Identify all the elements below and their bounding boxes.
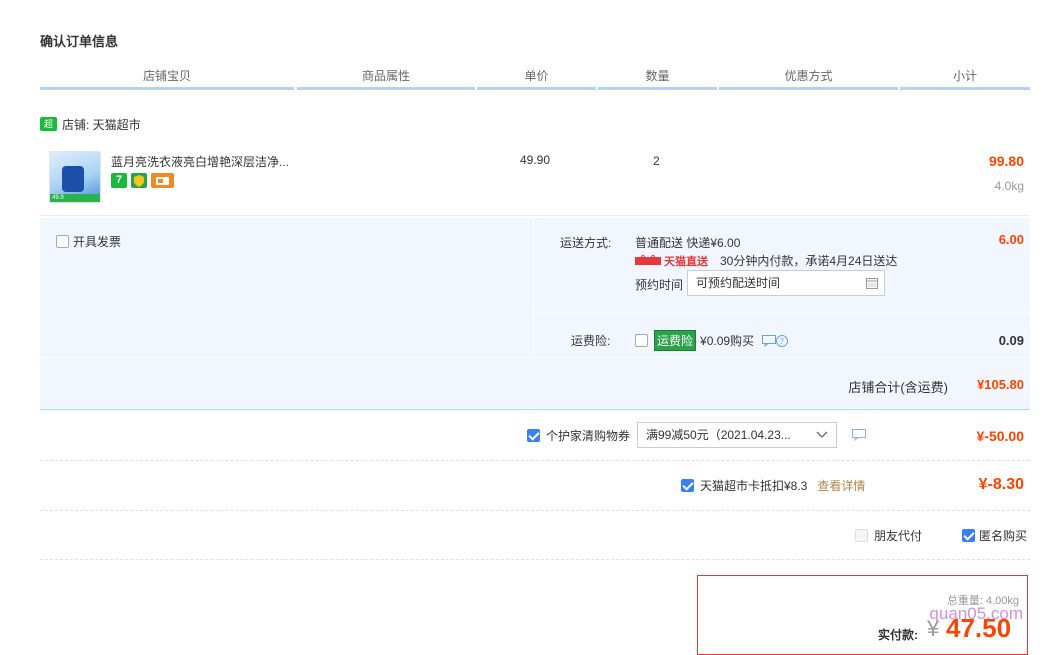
anonymous-option: 匿名购买	[962, 527, 1027, 544]
detergent-bottle-icon	[62, 166, 84, 192]
order-item-row: 49.9 蓝月亮洗衣液亮白增艳深层洁净... 7 49.90 2 99.80 4…	[40, 143, 1030, 216]
anonymous-label: 匿名购买	[979, 529, 1028, 543]
shield-icon[interactable]	[131, 173, 147, 188]
friend-pay-checkbox[interactable]	[855, 529, 868, 542]
seven-day-return-icon[interactable]: 7	[111, 173, 127, 188]
shop-order-panel: 开具发票 运送方式: 普通配送 快递¥6.00 天猫直送 30分钟内付款，承诺4…	[40, 218, 1030, 410]
card-discount-value: ¥-8.30	[978, 476, 1024, 493]
delivery-promise: 天猫直送 30分钟内付款，承诺4月24日送达	[635, 252, 897, 269]
tmall-supermarket-logo-icon: 超市	[40, 117, 57, 143]
currency-symbol: ¥	[927, 616, 940, 641]
column-header-subtotal: 小计	[900, 66, 1030, 90]
schedule-label: 预约时间	[635, 278, 684, 292]
page-title: 确认订单信息	[40, 34, 119, 49]
column-header-quantity: 数量	[598, 66, 717, 90]
help-icon[interactable]: ?	[776, 334, 789, 347]
unit-price: 49.90	[520, 153, 551, 167]
product-thumbnail[interactable]: 49.9	[49, 151, 101, 203]
coupon-checkbox[interactable]	[527, 429, 540, 442]
pay-amount: 47.50	[946, 613, 1012, 643]
friend-pay-label: 朋友代付	[874, 529, 923, 543]
invoice-checkbox[interactable]	[56, 235, 69, 248]
shipping-label: 运送方式:	[560, 236, 612, 250]
shop-name[interactable]: 店铺: 天猫超市	[62, 116, 141, 133]
supermarket-card-label: 天猫超市卡抵扣¥8.3	[700, 479, 808, 493]
schedule-time-input[interactable]: 可预约配送时间	[687, 270, 885, 296]
payment-summary-box: 总重量: 4.00kg quan05.com 实付款: ¥ 47.50	[697, 575, 1028, 655]
insurance-checkbox[interactable]	[635, 334, 648, 347]
chevron-down-icon	[816, 431, 828, 438]
insurance-tag: 运费险	[654, 330, 697, 351]
invoice-label: 开具发票	[73, 235, 122, 249]
insurance-label: 运费险:	[571, 334, 611, 348]
tmall-cat-icon	[635, 254, 661, 265]
shop-total-value: ¥105.80	[977, 377, 1024, 392]
table-header: 店铺宝贝 商品属性 单价 数量 优惠方式 小计	[40, 66, 1030, 90]
coupon-label: 个护家清购物券	[546, 429, 631, 443]
supermarket-card-option: 天猫超市卡抵扣¥8.3 查看详情	[681, 477, 865, 494]
product-name-link[interactable]: 蓝月亮洗衣液亮白增艳深层洁净...	[111, 153, 311, 170]
item-subtotal: 99.80	[988, 153, 1024, 169]
coupon-discount-value: ¥-50.00	[976, 428, 1024, 444]
comment-icon[interactable]	[762, 334, 777, 347]
insurance-fee: 0.09	[998, 333, 1024, 348]
svg-text:?: ?	[780, 337, 784, 346]
shop-total-label: 店铺合计(含运费)	[848, 380, 948, 395]
anonymous-checkbox[interactable]	[962, 529, 975, 542]
insurance-option: 运费险 ¥0.09购买 ?	[635, 330, 789, 351]
coupon-comment-icon[interactable]	[852, 429, 866, 441]
column-header-shop-item: 店铺宝贝	[40, 66, 294, 90]
coupon-select[interactable]: 满99减50元（2021.04.23...	[637, 422, 837, 448]
column-header-attributes: 商品属性	[297, 66, 475, 90]
view-details-link[interactable]: 查看详情	[817, 477, 865, 494]
credit-card-icon[interactable]	[151, 173, 174, 188]
delivery-note: 30分钟内付款，承诺4月24日送达	[720, 254, 898, 268]
quantity-value: 2	[653, 154, 660, 168]
supermarket-card-checkbox[interactable]	[681, 479, 694, 492]
calendar-icon[interactable]	[866, 277, 878, 289]
insurance-price: ¥0.09购买	[700, 334, 755, 348]
invoice-option: 开具发票	[56, 233, 121, 250]
schedule-placeholder: 可预约配送时间	[696, 276, 781, 290]
shipping-method: 普通配送 快递¥6.00	[635, 236, 741, 250]
tmall-direct-brand: 天猫直送	[664, 255, 708, 268]
item-weight: 4.0kg	[994, 179, 1024, 193]
shop-header: 超市 店铺: 天猫超市	[40, 114, 141, 143]
coupon-selected: 满99减50元（2021.04.23...	[646, 428, 791, 442]
friend-pay-option: 朋友代付	[855, 527, 922, 544]
coupon-option: 个护家清购物券	[527, 427, 630, 444]
column-header-unit-price: 单价	[477, 66, 596, 90]
pay-label: 实付款:	[878, 628, 918, 642]
thumbnail-price: 49.9	[52, 195, 64, 201]
column-header-discount: 优惠方式	[719, 66, 898, 90]
shipping-fee: 6.00	[998, 232, 1024, 247]
